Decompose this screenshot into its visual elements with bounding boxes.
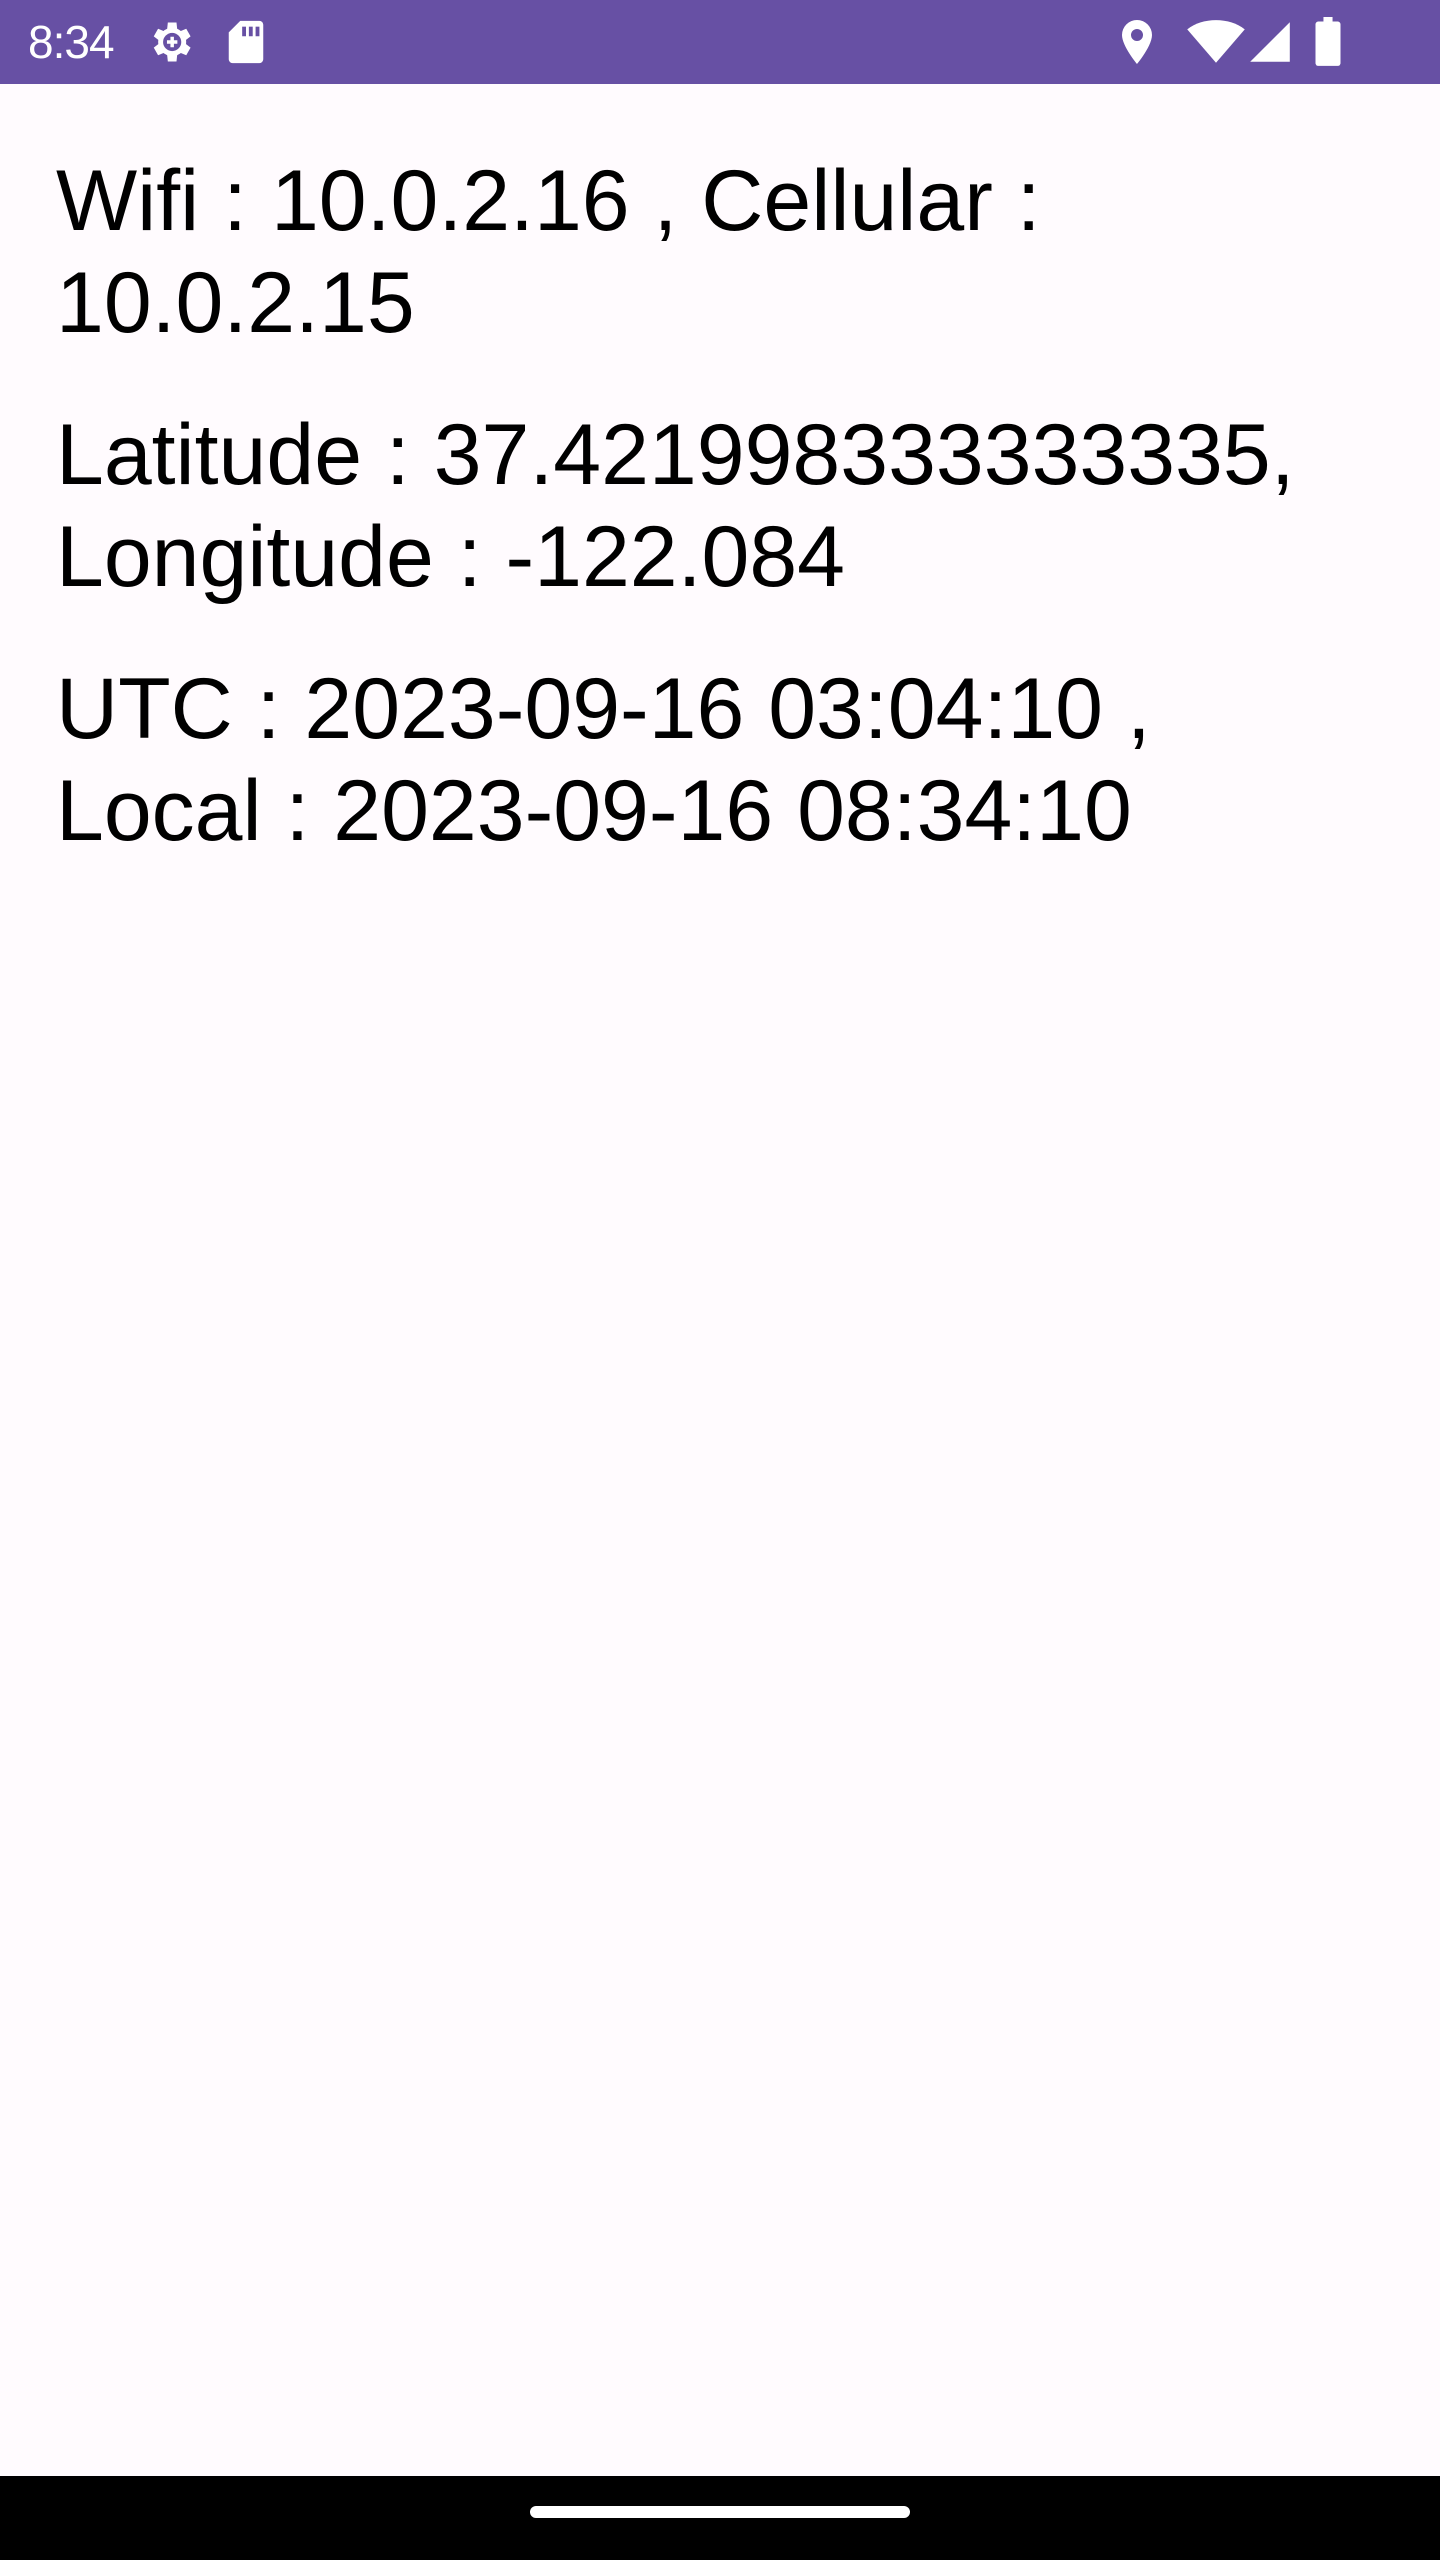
network-info-line-1: Wifi : 10.0.2.16 , Cellular :	[56, 153, 1041, 249]
cellular-signal-icon	[1246, 14, 1294, 70]
main-content: Wifi : 10.0.2.16 , Cellular :10.0.2.15 L…	[56, 150, 1386, 912]
time-info-text: UTC : 2023-09-16 03:04:10 , Local : 2023-…	[56, 658, 1386, 862]
local-time-text: Local : 2023-09-16 08:34:10	[56, 763, 1132, 859]
location-info-text: Latitude : 37.421998333333335, Longitude …	[56, 404, 1386, 608]
navigation-bar	[0, 2476, 1440, 2560]
gesture-home-handle[interactable]	[530, 2506, 910, 2518]
sd-card-icon	[222, 14, 270, 70]
location-pin-icon	[1114, 14, 1160, 70]
longitude-text: Longitude : -122.084	[56, 509, 845, 605]
status-bar: 8:34	[0, 0, 1440, 84]
latitude-text: Latitude : 37.421998333333335,	[56, 407, 1295, 503]
status-time: 8:34	[28, 16, 115, 68]
settings-gear-icon	[142, 14, 198, 70]
utc-time-text: UTC : 2023-09-16 03:04:10 ,	[56, 661, 1151, 757]
wifi-icon	[1184, 14, 1248, 70]
battery-icon	[1308, 14, 1348, 70]
network-info-text: Wifi : 10.0.2.16 , Cellular :10.0.2.15	[56, 150, 1386, 354]
network-info-line-2: 10.0.2.15	[56, 255, 415, 351]
